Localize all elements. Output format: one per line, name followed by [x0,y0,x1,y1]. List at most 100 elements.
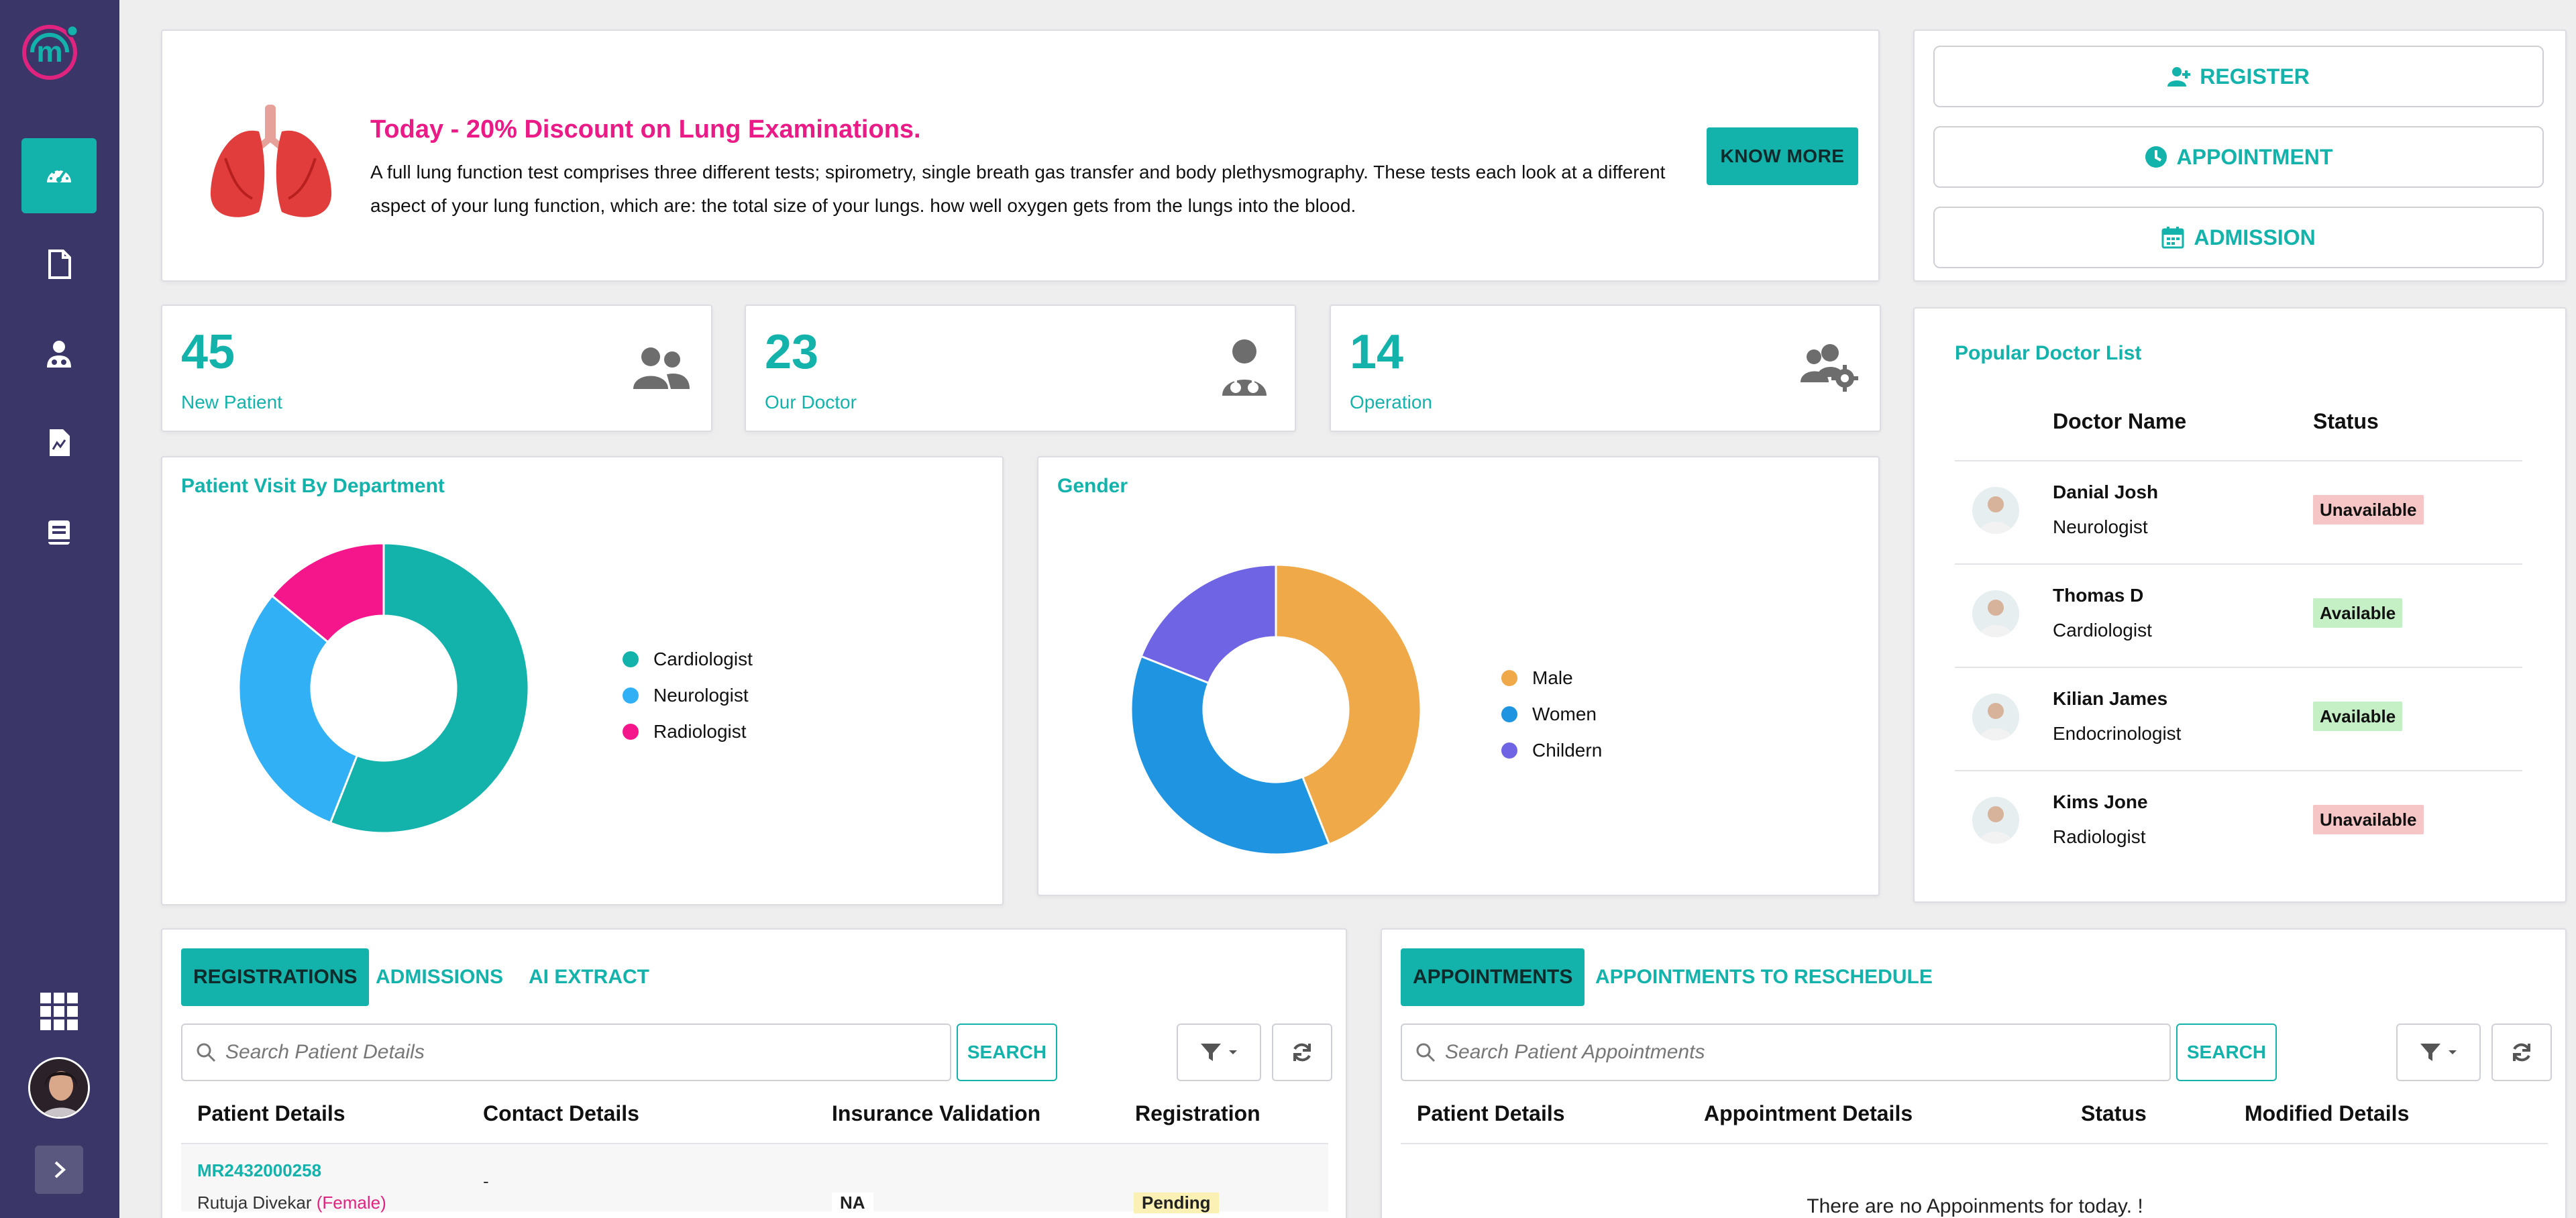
search-button[interactable]: SEARCH [957,1023,1057,1081]
doctor-avatar [1972,487,2019,534]
chart-title: Gender [1057,475,1128,497]
doctor-name: Thomas D [2053,585,2144,606]
divider [1955,460,2522,461]
app-logo[interactable]: m [20,20,82,82]
user-avatar[interactable] [28,1057,90,1119]
appointments-panel: APPOINTMENTS APPOINTMENTS TO RESCHEDULE … [1381,928,2567,1218]
registrations-panel: REGISTRATIONS ADMISSIONS AI EXTRACT Sear… [161,928,1347,1218]
register-button[interactable]: REGISTER [1933,46,2544,107]
patient-name-line: Rutuja Divekar (Female) [197,1193,386,1213]
tab-appointments[interactable]: APPOINTMENTS [1401,948,1585,1006]
registration-status-badge: Pending [1134,1193,1219,1213]
legend-item[interactable]: Cardiologist [623,641,753,677]
sidebar-item-documents[interactable] [21,227,97,302]
tab-admissions[interactable]: ADMISSIONS [364,948,515,1006]
filter-icon [1201,1044,1221,1061]
stat-value: 45 [181,325,235,379]
patient-mrn[interactable]: MR2432000258 [197,1160,321,1181]
col-modified-details: Modified Details [2245,1101,2410,1125]
svg-text:m: m [36,36,62,68]
appointment-button[interactable]: APPOINTMENT [1933,126,2544,188]
tab-registrations[interactable]: REGISTRATIONS [181,948,370,1006]
col-doctor-name: Doctor Name [2053,409,2187,433]
stat-card-our-doctor: 23 Our Doctor [745,304,1296,432]
contact-value: - [483,1171,489,1191]
tab-appointments-to-reschedule[interactable]: APPOINTMENTS TO RESCHEDULE [1583,948,1945,1006]
status-badge: Unavailable [2313,805,2424,834]
refresh-button[interactable] [2491,1023,2552,1081]
status-badge: Unavailable [2313,495,2424,524]
refresh-button[interactable] [1272,1023,1332,1081]
status-badge: Available [2313,702,2403,731]
legend-dot [1501,670,1517,686]
donut-slice-women[interactable] [1130,655,1331,856]
doctor-specialty: Radiologist [2053,826,2146,847]
table-row[interactable]: MR2432000258 Rutuja Divekar (Female) - N… [181,1144,1328,1213]
col-patient-details: Patient Details [197,1101,345,1125]
sidebar-item-library[interactable] [21,495,97,570]
legend-label: Cardiologist [653,649,753,669]
patient-name: Rutuja Divekar [197,1193,312,1213]
banner-text: A full lung function test comprises thre… [370,162,1666,216]
caret-down-icon [2449,1050,2457,1054]
users-gear-icon [1801,344,1858,392]
stat-label: New Patient [181,392,282,412]
filter-button[interactable] [2396,1023,2481,1081]
search-patient-input[interactable]: Search Patient Details [181,1023,951,1081]
stat-label: Our Doctor [765,392,857,412]
legend-label: Childern [1532,740,1603,761]
know-more-button[interactable]: KNOW MORE [1707,127,1858,185]
quick-actions-card: REGISTER APPOINTMENT ADMISSION [1913,30,2567,282]
stat-label: Operation [1350,392,1432,412]
doctor-stethoscope-icon [1222,339,1267,396]
stat-card-new-patient: 45 New Patient [161,304,712,432]
legend-item[interactable]: Women [1501,696,1602,732]
report-icon [50,429,70,456]
apps-grid-button[interactable] [21,974,97,1049]
doctor-avatar [1972,590,2019,637]
legend-label: Neurologist [653,685,749,706]
sidebar-item-doctors[interactable] [21,317,97,392]
filter-icon [2420,1044,2440,1061]
sidebar: m [0,0,119,1218]
dashboard-gauge-icon [47,168,71,182]
legend-dot [623,687,639,704]
search-button[interactable]: SEARCH [2176,1023,2277,1081]
appointment-label: APPOINTMENT [2176,144,2333,169]
doctor-specialty: Neurologist [2053,516,2148,537]
sidebar-item-dashboard[interactable] [21,138,97,213]
admission-label: ADMISSION [2194,225,2316,250]
patient-gender: (Female) [316,1193,386,1213]
doctor-avatar [1972,694,2019,740]
department-donut-chart[interactable] [236,541,531,836]
grid-apps-icon [40,993,78,1030]
gender-legend: Male Women Childern [1501,660,1602,769]
col-contact-details: Contact Details [483,1101,639,1125]
legend-item[interactable]: Childern [1501,732,1602,769]
gender-donut-chart[interactable] [1128,562,1424,857]
donut-slice-childern[interactable] [1140,563,1277,685]
status-badge: Available [2313,598,2403,628]
department-chart-card: Patient Visit By Department Cardiologist… [161,456,1004,905]
search-appointments-input[interactable]: Search Patient Appointments [1401,1023,2171,1081]
chevron-right-icon [54,1161,66,1178]
gender-chart-card: Gender Male Women Childern [1037,456,1880,896]
expand-sidebar-button[interactable] [35,1146,83,1194]
col-registration: Registration [1135,1101,1260,1125]
doctor-name: Danial Josh [2053,482,2159,502]
legend-item[interactable]: Neurologist [623,677,753,714]
promo-banner: Today - 20% Discount on Lung Examination… [161,30,1880,282]
admission-button[interactable]: ADMISSION [1933,207,2544,268]
refresh-icon [1293,1043,1311,1062]
tab-ai-extract[interactable]: AI EXTRACT [517,948,661,1006]
doctor-name: Kilian James [2053,688,2168,709]
doctor-specialty: Endocrinologist [2053,723,2182,744]
user-plus-icon [2167,67,2191,87]
legend-item[interactable]: Radiologist [623,714,753,750]
stat-value: 14 [1350,325,1404,379]
filter-button[interactable] [1177,1023,1261,1081]
col-patient-details: Patient Details [1417,1101,1565,1125]
legend-dot [1501,706,1517,722]
sidebar-item-reports[interactable] [21,405,97,480]
legend-item[interactable]: Male [1501,660,1602,696]
